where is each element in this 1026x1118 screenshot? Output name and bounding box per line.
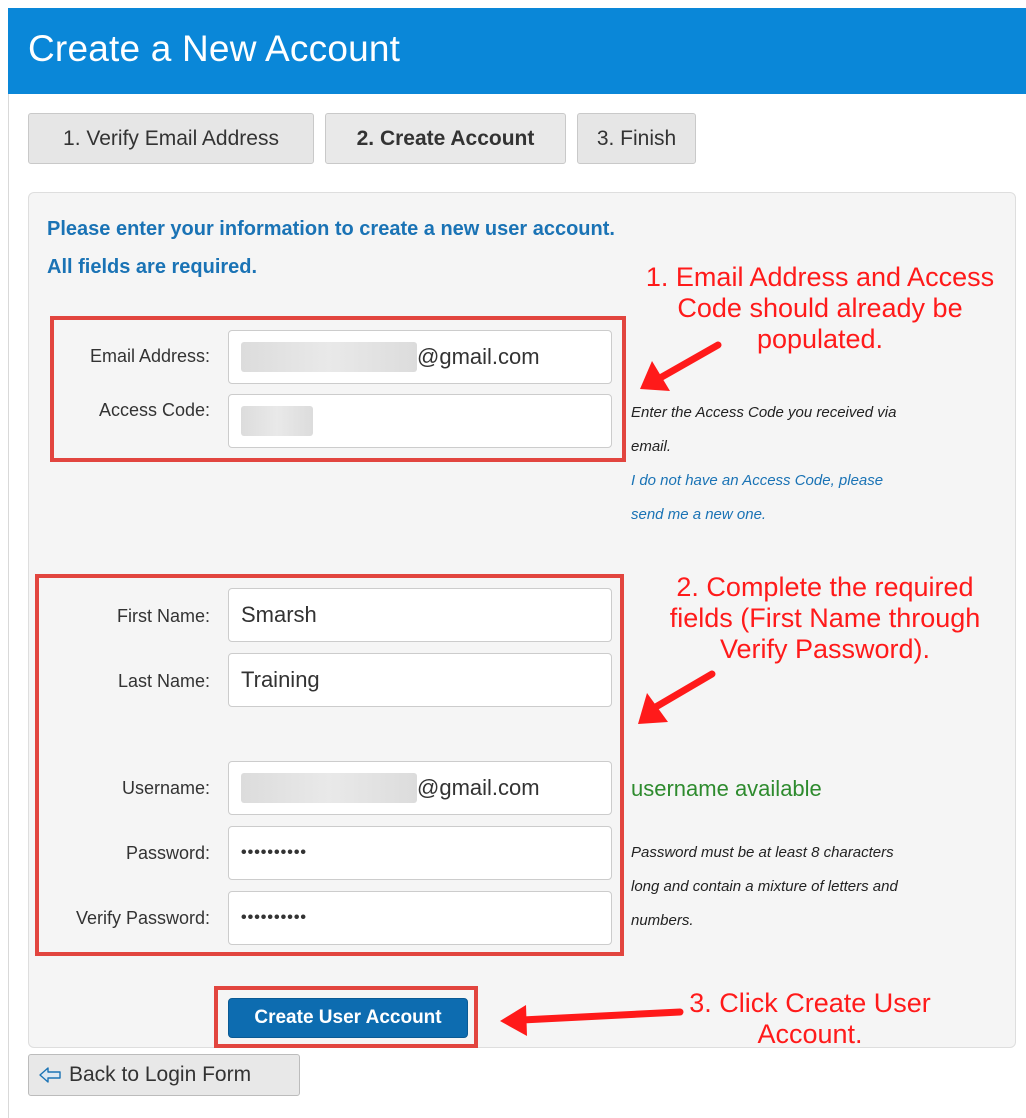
username-status: username available	[631, 776, 822, 801]
password-hint-line-3: numbers.	[631, 912, 694, 929]
annotation-1-line-1: 1. Email Address and Access	[645, 262, 995, 292]
page-header: Create a New Account	[8, 8, 1026, 94]
annotation-2-line-2: fields (First Name through	[669, 603, 981, 633]
annotation-3-line-1: 3. Click Create User	[689, 988, 931, 1018]
annotation-3-line-2: Account.	[757, 1019, 863, 1049]
annotation-2: 2. Complete the required fields (First N…	[640, 572, 1010, 665]
back-to-login-button[interactable]: Back to Login Form	[28, 1054, 300, 1096]
annotation-1: 1. Email Address and Access Code should …	[630, 262, 1010, 355]
back-button-label: Back to Login Form	[69, 1063, 252, 1086]
intro-line-1: Please enter your information to create …	[47, 218, 615, 240]
resend-code-link-line-2[interactable]: send me a new one.	[631, 498, 896, 532]
annotation-1-line-3: populated.	[756, 324, 884, 354]
step-finish[interactable]: 3. Finish	[577, 113, 696, 164]
arrow-left-icon	[39, 1067, 61, 1083]
password-hint-line-2: long and contain a mixture of letters an…	[631, 878, 898, 895]
annotation-3: 3. Click Create User Account.	[660, 988, 960, 1050]
access-hint-line-2: email.	[631, 438, 672, 455]
highlight-box-required-fields	[35, 574, 624, 956]
password-hint-line-1: Password must be at least 8 characters	[631, 844, 894, 861]
step-verify-email[interactable]: 1. Verify Email Address	[28, 113, 314, 164]
access-hint-line-1: Enter the Access Code you received via	[631, 404, 897, 421]
step-create-account[interactable]: 2. Create Account	[325, 113, 566, 164]
annotation-2-line-3: Verify Password).	[719, 634, 931, 664]
highlight-box-email-access	[50, 316, 626, 462]
annotation-2-line-1: 2. Complete the required	[676, 572, 974, 602]
resend-code-link-line-1[interactable]: I do not have an Access Code, please	[631, 464, 896, 498]
access-code-hint: Enter the Access Code you received via e…	[631, 396, 896, 532]
password-hint: Password must be at least 8 characters l…	[631, 836, 898, 938]
page-title: Create a New Account	[28, 28, 401, 69]
intro-line-2: All fields are required.	[47, 256, 258, 278]
create-user-account-button[interactable]: Create User Account	[228, 998, 468, 1038]
intro-text: Please enter your information to create …	[47, 210, 615, 286]
annotation-1-line-2: Code should already be	[677, 293, 963, 323]
